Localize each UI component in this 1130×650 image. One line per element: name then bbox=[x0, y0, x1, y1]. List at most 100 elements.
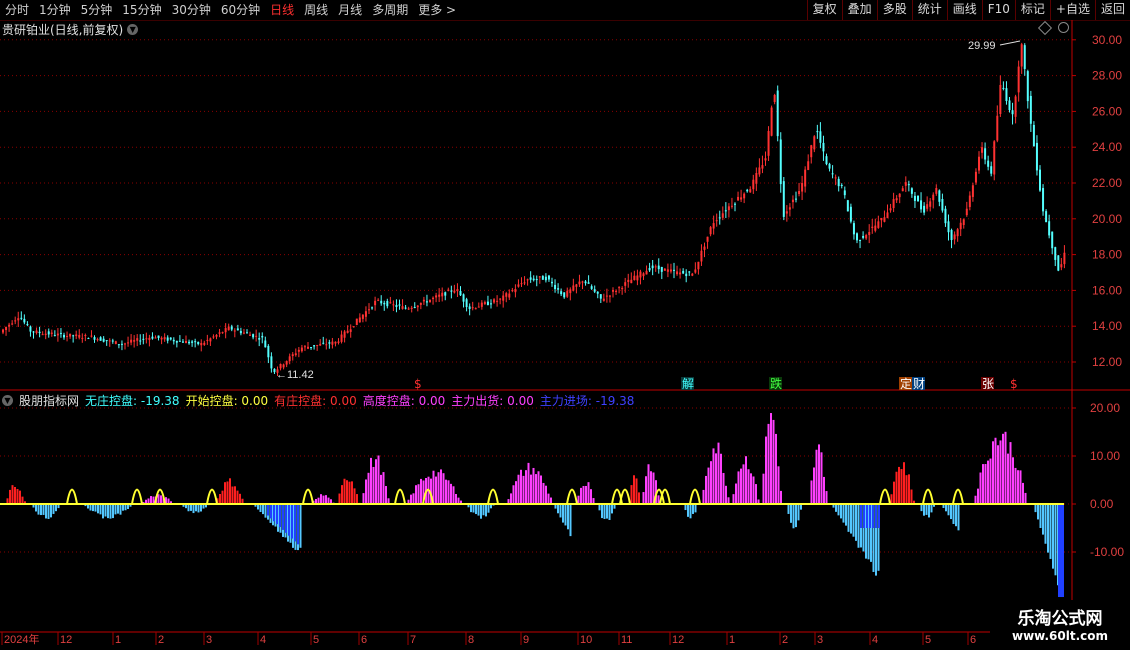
indicator-bar bbox=[900, 469, 903, 504]
indicator-bar bbox=[992, 441, 994, 504]
candle-body bbox=[462, 294, 465, 302]
candle-body bbox=[398, 304, 401, 306]
indicator-bar bbox=[890, 494, 893, 504]
price-tick-label: 28.00 bbox=[1092, 69, 1122, 83]
indicator-bar bbox=[732, 494, 735, 504]
indicator-bar bbox=[351, 481, 353, 504]
candle-body bbox=[880, 217, 883, 221]
indicator-bar bbox=[104, 504, 107, 517]
candle-body bbox=[380, 300, 383, 304]
candle-body bbox=[285, 361, 288, 365]
high-price-label: 29.99 bbox=[968, 40, 996, 52]
candle-body bbox=[599, 294, 602, 299]
control-start-spike bbox=[131, 488, 143, 505]
indicator-item-1: 开始控盘: 0.00 bbox=[185, 394, 269, 408]
candle-body bbox=[203, 342, 206, 345]
indicator-bar bbox=[950, 504, 952, 520]
indicator-bar bbox=[525, 470, 527, 504]
candle-body bbox=[673, 269, 675, 271]
candle-body bbox=[849, 206, 852, 222]
indicator-bar bbox=[984, 464, 987, 504]
indicator-bar bbox=[920, 504, 923, 512]
candle-body bbox=[294, 353, 297, 356]
indicator-bar bbox=[1062, 504, 1064, 598]
candle-body bbox=[1042, 188, 1045, 212]
indicator-bar bbox=[770, 413, 772, 504]
indicator-bar bbox=[633, 475, 635, 504]
candle-body bbox=[709, 227, 712, 235]
candle-body bbox=[87, 338, 90, 340]
candle-body bbox=[532, 278, 535, 281]
candle-body bbox=[227, 326, 230, 331]
candle-body bbox=[133, 340, 136, 342]
candle-body bbox=[968, 195, 971, 208]
candle-body bbox=[1026, 71, 1029, 102]
candle-body bbox=[206, 339, 209, 341]
date-tick-label: 12 bbox=[60, 634, 72, 646]
candle-body bbox=[41, 334, 44, 336]
candle-body bbox=[971, 185, 974, 197]
candle-body bbox=[718, 217, 721, 219]
indicator-bar bbox=[977, 488, 979, 504]
indicator-bar bbox=[905, 475, 908, 504]
indicator-bar bbox=[585, 485, 587, 504]
candle-body bbox=[630, 279, 633, 284]
candle-body bbox=[895, 198, 898, 201]
indicator-bar bbox=[200, 504, 202, 512]
date-tick-label: 3 bbox=[206, 634, 212, 646]
indicator-bar bbox=[285, 504, 287, 533]
indicator-bar bbox=[47, 504, 50, 519]
indicator-bar bbox=[450, 483, 452, 504]
indicator-bar bbox=[1047, 504, 1049, 553]
candle-body bbox=[697, 261, 700, 270]
kline-chart[interactable]: 30.0028.0026.0024.0022.0020.0018.0016.00… bbox=[0, 0, 1130, 650]
indicator-bar bbox=[377, 455, 380, 504]
indicator-bar bbox=[221, 490, 224, 504]
candle-body bbox=[499, 298, 502, 300]
candle-body bbox=[465, 299, 468, 308]
indicator-bar bbox=[442, 473, 445, 504]
candle-body bbox=[407, 308, 410, 310]
candle-body bbox=[35, 330, 38, 334]
indicator-bar bbox=[239, 493, 241, 504]
indicator-bar bbox=[35, 504, 37, 512]
indicator-bar bbox=[545, 485, 547, 504]
candle-body bbox=[1048, 221, 1051, 236]
indicator-bar bbox=[702, 489, 705, 504]
indicator-bar bbox=[109, 504, 112, 519]
candle-body bbox=[526, 279, 529, 281]
candle-body bbox=[38, 331, 41, 334]
indicator-bar bbox=[270, 504, 272, 519]
chevron-down-icon[interactable]: ▼ bbox=[2, 395, 13, 406]
candle-body bbox=[127, 342, 130, 344]
watermark-title: 乐淘公式网 bbox=[1017, 609, 1103, 629]
candle-body bbox=[17, 318, 20, 321]
indicator-bar bbox=[908, 474, 910, 504]
candle-body bbox=[996, 115, 999, 141]
indicator-bar bbox=[338, 493, 341, 504]
candle-body bbox=[685, 273, 688, 277]
candle-body bbox=[706, 236, 709, 242]
indicator-bar bbox=[515, 481, 517, 504]
candle-body bbox=[868, 231, 871, 236]
candle-body bbox=[178, 340, 181, 342]
candle-body bbox=[935, 188, 938, 194]
indicator-bar bbox=[259, 504, 262, 512]
watermark: 乐淘公式网 www.60lt.com bbox=[990, 600, 1130, 650]
indicator-bar bbox=[102, 504, 104, 519]
candle-body bbox=[282, 364, 285, 368]
candle-body bbox=[1005, 88, 1008, 101]
indicator-bar bbox=[477, 504, 480, 516]
indicator-bar bbox=[878, 504, 880, 528]
candle-body bbox=[331, 341, 334, 345]
candle-body bbox=[566, 290, 569, 297]
candle-body bbox=[249, 334, 252, 336]
indicator-bar bbox=[21, 496, 24, 504]
candle-body bbox=[593, 289, 596, 292]
candle-body bbox=[474, 308, 477, 310]
candle-body bbox=[993, 141, 996, 175]
low-price-label: ←11.42 bbox=[276, 369, 314, 381]
indicator-bar bbox=[795, 504, 797, 528]
indicator-bar bbox=[930, 504, 933, 513]
candle-body bbox=[383, 302, 386, 305]
